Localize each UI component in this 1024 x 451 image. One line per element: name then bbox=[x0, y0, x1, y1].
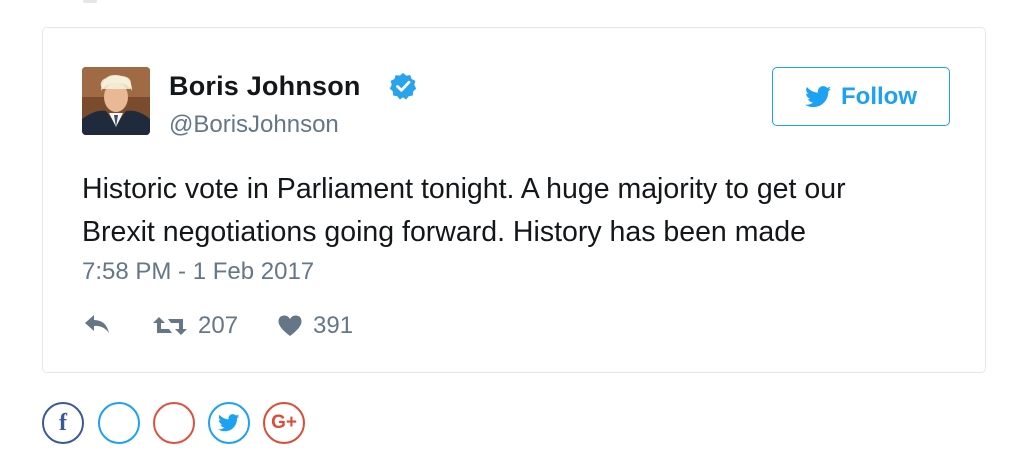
tweet-timestamp[interactable]: 7:58 PM - 1 Feb 2017 bbox=[82, 258, 314, 286]
pinterest-share-button-empty[interactable] bbox=[153, 402, 195, 444]
twitter-bird-icon bbox=[218, 414, 240, 432]
avatar[interactable] bbox=[82, 67, 150, 135]
user-handle[interactable]: @BorisJohnson bbox=[169, 111, 339, 139]
retweet-icon bbox=[153, 317, 187, 335]
avatar-image bbox=[82, 67, 150, 135]
tweet-text: Historic vote in Parliament tonight. A h… bbox=[82, 168, 942, 254]
top-edge-fragment bbox=[83, 0, 97, 3]
tweet-text-line: Historic vote in Parliament tonight. A h… bbox=[82, 173, 846, 205]
like-count: 391 bbox=[313, 312, 354, 339]
twitter-share-button-empty[interactable] bbox=[98, 402, 140, 444]
reply-icon bbox=[85, 315, 109, 333]
retweet-button[interactable]: 207 bbox=[152, 312, 238, 340]
heart-icon bbox=[278, 315, 302, 336]
twitter-share-button[interactable] bbox=[208, 402, 250, 444]
embedded-tweet-card: Boris Johnson @BorisJohnson Follow Histo… bbox=[42, 27, 986, 373]
facebook-icon: f bbox=[59, 409, 67, 436]
googleplus-icon: G+ bbox=[271, 412, 297, 433]
twitter-bird-icon bbox=[805, 85, 832, 107]
reply-button[interactable] bbox=[82, 312, 112, 338]
verified-badge-icon bbox=[389, 73, 417, 100]
follow-button[interactable]: Follow bbox=[772, 67, 950, 126]
display-name[interactable]: Boris Johnson bbox=[169, 71, 361, 102]
follow-button-label: Follow bbox=[841, 82, 917, 110]
like-button[interactable]: 391 bbox=[277, 312, 353, 340]
retweet-count: 207 bbox=[198, 312, 239, 339]
tweet-text-line: Brexit negotiations going forward. Histo… bbox=[82, 216, 806, 248]
googleplus-share-button[interactable]: G+ bbox=[263, 402, 305, 444]
facebook-share-button[interactable]: f bbox=[42, 402, 84, 444]
